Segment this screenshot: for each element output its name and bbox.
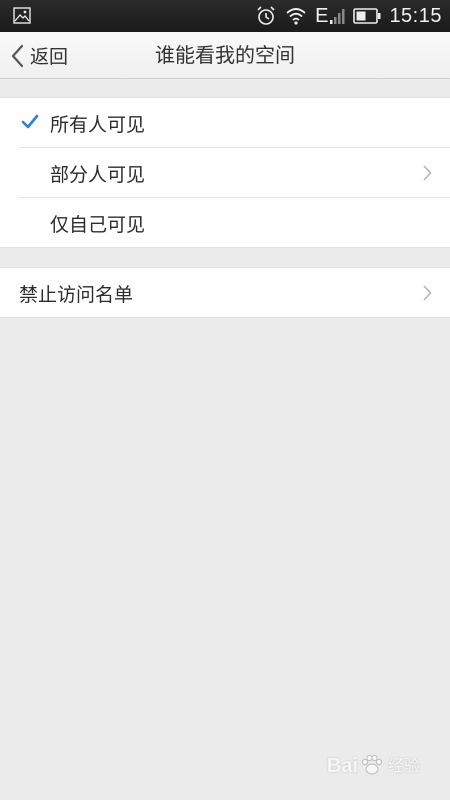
- blocklist-item[interactable]: 禁止访问名单: [0, 268, 450, 318]
- option-label: 仅自己可见: [50, 213, 146, 236]
- chevron-right-icon: [423, 165, 432, 181]
- option-some-people[interactable]: 部分人可见: [0, 148, 450, 198]
- chevron-left-icon: [11, 44, 24, 67]
- back-label: 返回: [30, 46, 69, 68]
- alarm-icon: [255, 5, 277, 27]
- network-type: E: [315, 5, 329, 27]
- status-bar: E 15:15: [0, 0, 450, 32]
- option-label: 所有人可见: [50, 113, 146, 136]
- image-icon: [13, 7, 31, 24]
- signal-icon: [329, 7, 345, 25]
- blocklist-group: 禁止访问名单: [0, 267, 450, 318]
- back-button[interactable]: 返回: [10, 32, 68, 79]
- watermark: Bai 经验: [327, 752, 420, 778]
- option-only-me[interactable]: 仅自己可见: [0, 198, 450, 248]
- checkmark-icon: [21, 114, 39, 129]
- title-bar: 返回 谁能看我的空间: [0, 32, 450, 79]
- option-label: 部分人可见: [50, 163, 146, 186]
- visibility-options-group: 所有人可见 部分人可见 仅自己可见: [0, 97, 450, 248]
- blocklist-label: 禁止访问名单: [19, 283, 134, 306]
- status-time: 15:15: [389, 4, 442, 27]
- watermark-brand-left: Bai: [326, 755, 358, 777]
- battery-icon: [353, 8, 381, 24]
- watermark-brand-right: 经验: [387, 756, 420, 775]
- paw-icon: [361, 754, 383, 775]
- option-everyone[interactable]: 所有人可见: [0, 98, 450, 148]
- chevron-right-icon: [423, 285, 432, 301]
- wifi-icon: [285, 6, 307, 26]
